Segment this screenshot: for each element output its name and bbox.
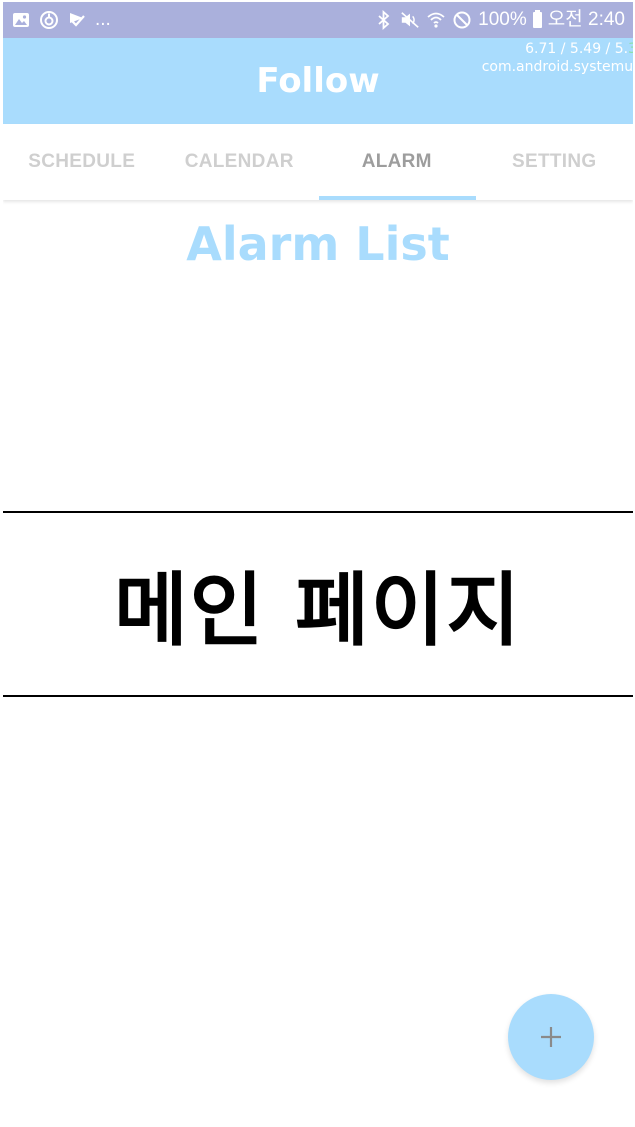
active-tab-indicator <box>319 196 476 200</box>
main-page-label: 메인 페이지 <box>114 564 522 657</box>
status-left: ... <box>11 8 111 32</box>
status-right: 100% 오전 2:40 <box>374 8 625 32</box>
screen: ... 100% 오전 2:40 Follow 6.71 / 5.49 / 5.… <box>3 2 633 1127</box>
tab-setting[interactable]: SETTING <box>476 124 634 200</box>
tab-calendar[interactable]: CALENDAR <box>161 124 319 200</box>
page-title: Alarm List <box>186 217 450 271</box>
mute-icon <box>400 10 420 30</box>
tab-schedule[interactable]: SCHEDULE <box>3 124 161 200</box>
plus-icon <box>541 1027 561 1047</box>
main-page-box: 메인 페이지 <box>3 511 633 697</box>
tab-bar: SCHEDULE CALENDAR ALARM SETTING <box>3 124 633 200</box>
debug-line-1: 6.71 / 5.49 / 5.3 <box>482 40 633 58</box>
gallery-icon <box>11 10 31 30</box>
status-more-indicator: ... <box>95 9 111 30</box>
battery-icon <box>532 10 542 28</box>
debug-line-2: com.android.systemui <box>481 59 633 75</box>
add-alarm-button[interactable] <box>508 994 594 1080</box>
check-flag-icon <box>67 10 87 30</box>
debug-line-1-suffix: 3 <box>628 41 633 57</box>
debug-overlay: 6.71 / 5.49 / 5.3 com.android.systemui <box>482 40 633 76</box>
wifi-icon <box>426 10 446 30</box>
tab-alarm[interactable]: ALARM <box>318 124 476 200</box>
bluetooth-icon <box>374 10 394 30</box>
battery-percent: 100% <box>478 9 527 30</box>
sync-circle-icon <box>39 10 59 30</box>
app-bar: Follow 6.71 / 5.49 / 5.3 com.android.sys… <box>3 38 633 124</box>
status-bar: ... 100% 오전 2:40 <box>3 2 633 38</box>
status-time: 오전 2:40 <box>547 9 625 30</box>
do-not-disturb-icon <box>452 10 472 30</box>
debug-line-1-prefix: 6.71 / 5.49 / 5. <box>525 41 629 57</box>
